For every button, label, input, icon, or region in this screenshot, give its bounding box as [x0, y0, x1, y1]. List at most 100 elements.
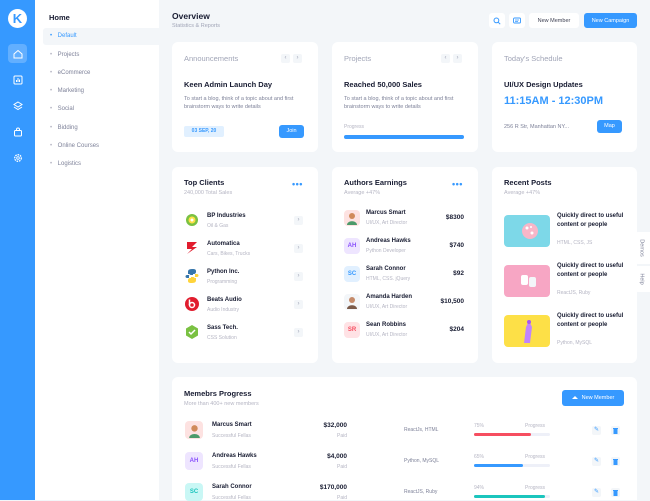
tab-label: Help — [639, 273, 645, 285]
author-amount: $10,500 — [440, 298, 465, 305]
card-heading: Reached 50,000 Sales — [344, 80, 422, 89]
member-name[interactable]: Andreas Hawks — [212, 453, 257, 459]
post-title[interactable]: Quickly direct to useful content or peop… — [557, 312, 631, 330]
join-button[interactable]: Join — [279, 125, 304, 138]
prev-arrow-icon[interactable]: ‹ — [441, 54, 450, 63]
new-member-button[interactable]: New Member — [529, 13, 579, 28]
chart-icon[interactable] — [8, 70, 27, 89]
author-name: Sean Robbins — [366, 322, 407, 328]
author-name: Amanda Harden — [366, 294, 413, 300]
chevron-right-icon[interactable]: › — [294, 272, 303, 281]
new-member-button[interactable]: New Member — [562, 390, 624, 406]
chevron-right-icon[interactable]: › — [294, 300, 303, 309]
card-heading: Keen Admin Launch Day — [184, 80, 273, 89]
prev-arrow-icon[interactable]: ‹ — [281, 54, 290, 63]
menu-item-bidding[interactable]: • Bidding — [43, 120, 184, 137]
settings-icon[interactable] — [8, 148, 27, 167]
author-role: UI/UX, Art Director — [366, 332, 408, 338]
post-tags: HTML, CSS, JS — [557, 240, 593, 246]
next-arrow-icon[interactable]: › — [293, 54, 302, 63]
members-progress-card: Memebrs Progress More than 400+ new memb… — [172, 377, 637, 501]
card-heading: UI/UX Design Updates — [504, 80, 583, 89]
author-role: HTML, CSS. jQuery — [366, 276, 411, 282]
post-thumbnail[interactable] — [504, 265, 550, 297]
chat-icon — [513, 17, 521, 23]
progress-label: Progress — [525, 423, 546, 429]
client-name: BP Industries — [207, 213, 246, 219]
card-title: Memebrs Progress — [184, 389, 252, 398]
member-role: Successful Fellas — [212, 495, 251, 501]
app-rail: K — [0, 0, 35, 500]
menu-label: Marketing — [57, 88, 85, 94]
new-campaign-button[interactable]: New Campaign — [584, 13, 637, 28]
menu-item-default[interactable]: • Default — [43, 28, 184, 45]
member-role: Successful Fellas — [212, 433, 251, 439]
card-title: Recent Posts — [504, 178, 552, 187]
author-amount: $204 — [449, 326, 464, 333]
app-logo[interactable]: K — [8, 9, 27, 28]
member-tech: ReactJS, Ruby — [404, 489, 438, 495]
home-icon[interactable] — [8, 44, 27, 63]
menu-item-ecommerce[interactable]: • eCommerce — [43, 65, 184, 82]
progress-track — [474, 433, 550, 436]
chevron-right-icon[interactable]: › — [294, 328, 303, 337]
member-name[interactable]: Sarah Connor — [212, 484, 252, 490]
menu-item-marketing[interactable]: • Marketing — [43, 83, 184, 100]
progress-fill — [474, 464, 524, 467]
menu-label: Social — [57, 106, 75, 112]
schedule-address: 256 R Str, Manhattan NY... — [504, 124, 570, 130]
tab-label: Demos — [639, 239, 646, 257]
post-title[interactable]: Quickly direct to useful content or peop… — [557, 212, 631, 230]
progress-fill — [474, 433, 531, 436]
menu-item-projects[interactable]: • Projects — [43, 47, 184, 64]
delete-icon[interactable] — [611, 426, 620, 435]
layers-icon[interactable] — [8, 96, 27, 115]
member-amount: $32,000 — [323, 422, 348, 429]
edit-icon[interactable]: ✎ — [592, 426, 601, 435]
top-clients-card: Top Clients 240,000 Total Sales ••• BP I… — [172, 167, 318, 363]
delete-icon[interactable] — [611, 457, 620, 466]
date-badge: 03 SEP, 20 — [184, 126, 224, 137]
chevron-right-icon[interactable]: › — [294, 244, 303, 253]
edit-icon[interactable]: ✎ — [592, 457, 601, 466]
author-amount: $740 — [449, 242, 464, 249]
menu-item-logistics[interactable]: • Logistics — [43, 156, 184, 173]
menu-label: eCommerce — [57, 70, 91, 76]
more-icon[interactable]: ••• — [292, 179, 303, 189]
member-amount: $4,000 — [327, 453, 347, 460]
help-tab[interactable]: Help — [634, 266, 650, 292]
client-desc: Audio Industry — [207, 307, 239, 313]
post-title[interactable]: Quickly direct to useful content or peop… — [557, 262, 631, 280]
delete-icon[interactable] — [611, 488, 620, 497]
client-desc: CSS Solution — [207, 335, 237, 341]
edit-icon[interactable]: ✎ — [592, 488, 601, 497]
avatar: SR — [344, 322, 360, 338]
author-role: UI/UX, Art Director — [366, 220, 408, 226]
search-button[interactable] — [489, 13, 505, 28]
authors-earnings-card: Authors Earnings Average +47% ••• Marcus… — [332, 167, 478, 363]
chat-button[interactable] — [509, 13, 525, 28]
next-arrow-icon[interactable]: › — [453, 54, 462, 63]
bp-logo — [184, 212, 200, 228]
author-role: UI/UX, Art Director — [366, 304, 408, 310]
map-button[interactable]: Map — [597, 120, 622, 133]
post-thumbnail[interactable] — [504, 215, 550, 247]
menu-item-online-courses[interactable]: • Online Courses — [43, 138, 184, 155]
aside-title: Home — [49, 13, 70, 22]
client-desc: Cars, Bikes, Trucks — [207, 251, 251, 257]
client-name: Automatica — [207, 241, 240, 247]
client-name: Sass Tech. — [207, 325, 238, 331]
author-amount: $8300 — [445, 214, 464, 221]
schedule-card: Today's Schedule UI/UX Design Updates 11… — [492, 42, 637, 152]
payment-status: Paid — [336, 433, 347, 439]
progress-fill — [474, 495, 546, 498]
member-tech: Python, MySQL — [404, 458, 440, 464]
more-icon[interactable]: ••• — [452, 179, 463, 189]
menu-label: Logistics — [57, 161, 82, 167]
member-name[interactable]: Marcus Smart — [212, 422, 252, 428]
chevron-right-icon[interactable]: › — [294, 216, 303, 225]
shop-icon[interactable] — [8, 122, 27, 141]
menu-item-social[interactable]: • Social — [43, 101, 184, 118]
demos-tab[interactable]: Demos — [634, 232, 650, 264]
post-thumbnail[interactable] — [504, 315, 550, 347]
